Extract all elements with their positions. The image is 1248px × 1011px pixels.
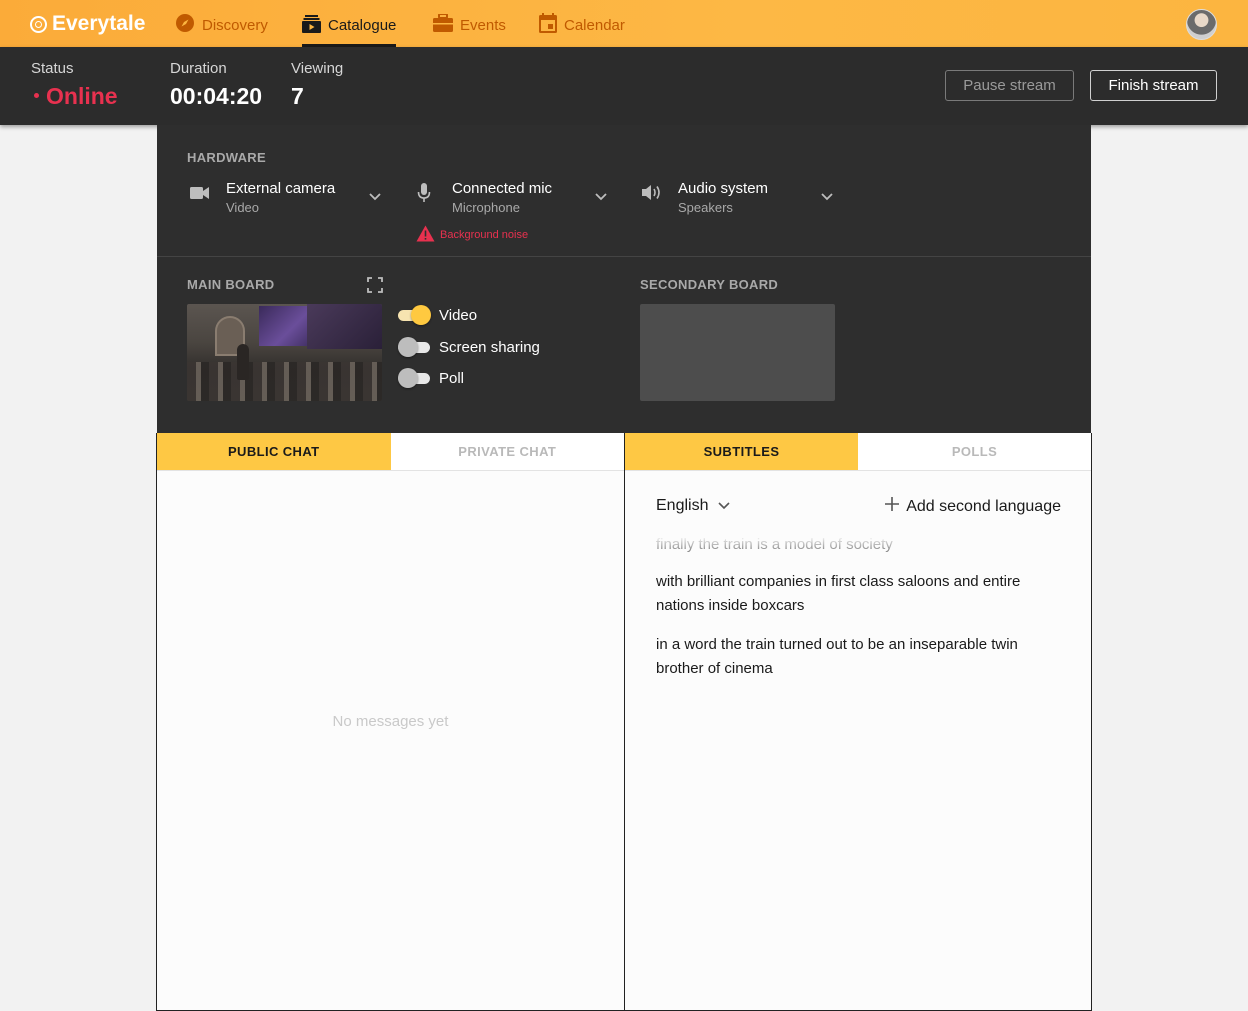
subtitle-line: in a word the train turned out to be an …	[656, 636, 1018, 677]
switch-knob	[411, 305, 431, 325]
nav-item-label: Catalogue	[328, 16, 397, 34]
speaker-icon	[642, 184, 662, 206]
chat-tabs: PUBLIC CHAT PRIVATE CHAT	[157, 433, 624, 471]
nav-item-label: Discovery	[202, 16, 268, 34]
chevron-down-icon	[821, 188, 833, 206]
duration-value: 00:04:20	[170, 83, 263, 109]
speakers-name: Audio system	[678, 180, 769, 197]
add-language-label: Add second language	[906, 497, 1061, 515]
status-dot	[34, 93, 39, 99]
warning-text: Background noise	[440, 229, 529, 241]
nav-item-discovery[interactable]: Discovery	[175, 14, 268, 36]
briefcase-icon	[433, 13, 453, 36]
chevron-down-icon	[369, 188, 381, 206]
preview-person	[237, 344, 249, 380]
stream-control-panel: HARDWARE External camera Video Connected…	[157, 125, 1091, 433]
nav-item-label: Events	[460, 16, 506, 34]
microphone-name: Connected mic	[452, 180, 553, 197]
fullscreen-icon[interactable]	[367, 277, 383, 298]
nav-item-catalogue[interactable]: Catalogue	[302, 14, 397, 47]
toggle-poll[interactable]: Poll	[398, 368, 464, 388]
duration-label: Duration	[170, 60, 227, 77]
switch-knob	[398, 337, 418, 357]
finish-stream-button[interactable]: Finish stream	[1090, 70, 1217, 101]
main-board-preview[interactable]	[187, 304, 382, 401]
brand-name: Everytale	[52, 12, 146, 35]
subtitle-line: finally the train is a model of society	[656, 536, 893, 553]
camera-name: External camera	[226, 180, 336, 197]
catalogue-icon	[302, 14, 321, 37]
tab-private-chat[interactable]: PRIVATE CHAT	[390, 433, 624, 470]
viewing-label: Viewing	[291, 60, 344, 77]
microphone-icon	[417, 183, 431, 208]
hardware-title: HARDWARE	[187, 150, 266, 165]
add-second-language-button[interactable]: Add second language	[885, 497, 1061, 516]
nav-item-events[interactable]: Events	[433, 13, 506, 36]
logo-icon	[30, 15, 47, 33]
chevron-down-icon	[718, 497, 731, 515]
switch-knob	[398, 368, 418, 388]
screen-sharing-switch[interactable]	[398, 337, 431, 357]
top-navigation: Everytale Discovery Catalogue Events Cal…	[0, 0, 1248, 47]
video-switch[interactable]	[398, 305, 431, 325]
avatar[interactable]	[1186, 9, 1217, 40]
speakers-type: Speakers	[678, 200, 733, 215]
toggle-label: Video	[439, 306, 478, 324]
language-value: English	[656, 497, 709, 514]
speakers-select[interactable]: Audio system Speakers	[642, 180, 842, 240]
brand-logo[interactable]: Everytale	[30, 11, 145, 37]
compass-icon	[175, 13, 195, 37]
microphone-type: Microphone	[452, 200, 520, 215]
language-select[interactable]: English	[656, 497, 731, 515]
video-camera-icon	[190, 186, 209, 205]
nav-item-calendar[interactable]: Calendar	[539, 13, 625, 37]
tab-polls[interactable]: POLLS	[858, 433, 1091, 470]
secondary-board-title: SECONDARY BOARD	[640, 277, 779, 292]
chevron-down-icon	[595, 188, 607, 206]
subtitles-pane: SUBTITLES POLLS English Add second langu…	[624, 433, 1092, 1011]
nav-item-label: Calendar	[564, 16, 625, 34]
preview-screen-side	[307, 304, 382, 349]
toggle-label: Screen sharing	[439, 338, 540, 356]
tab-subtitles[interactable]: SUBTITLES	[625, 433, 858, 470]
subtitle-list: finally the train is a model of society …	[656, 536, 1066, 696]
viewing-count: 7	[291, 83, 304, 109]
chat-pane: PUBLIC CHAT PRIVATE CHAT No messages yet	[156, 433, 625, 1011]
preview-audience	[187, 362, 382, 401]
toggle-label: Poll	[439, 369, 465, 387]
panel-divider	[157, 256, 1091, 257]
calendar-icon	[539, 13, 557, 37]
status-label: Status	[31, 60, 74, 77]
status-badge: Online	[34, 83, 118, 110]
tab-public-chat[interactable]: PUBLIC CHAT	[157, 433, 391, 470]
poll-switch[interactable]	[398, 368, 431, 388]
subtitle-tabs: SUBTITLES POLLS	[625, 433, 1091, 471]
background-noise-warning: Background noise	[416, 225, 528, 245]
status-value: Online	[46, 83, 118, 109]
empty-chat-message: No messages yet	[332, 713, 449, 730]
main-board-title: MAIN BOARD	[187, 277, 275, 292]
plus-icon	[885, 497, 900, 516]
camera-select[interactable]: External camera Video	[190, 180, 390, 240]
warning-icon	[416, 225, 440, 245]
toggle-screen-sharing[interactable]: Screen sharing	[398, 337, 540, 357]
pause-stream-button[interactable]: Pause stream	[945, 70, 1074, 101]
stream-status-bar: Status Online Duration 00:04:20 Viewing …	[0, 47, 1248, 125]
subtitle-line: with brilliant companies in first class …	[656, 573, 1021, 614]
toggle-video[interactable]: Video	[398, 305, 477, 325]
camera-type: Video	[226, 200, 260, 215]
secondary-board-preview[interactable]	[640, 304, 835, 401]
